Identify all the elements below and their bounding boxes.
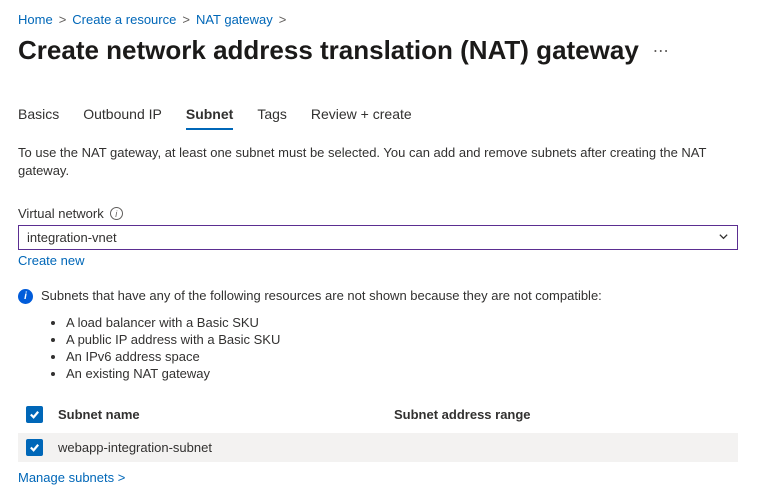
tab-tags[interactable]: Tags	[257, 102, 287, 130]
tab-outbound-ip[interactable]: Outbound IP	[83, 102, 162, 130]
info-icon: i	[18, 289, 33, 304]
virtual-network-label: Virtual network	[18, 206, 104, 221]
compatibility-info-text: Subnets that have any of the following r…	[41, 288, 602, 303]
more-icon[interactable]: ⋯	[653, 41, 670, 61]
chevron-right-icon: >	[182, 12, 190, 27]
chevron-down-icon	[718, 231, 729, 245]
virtual-network-dropdown[interactable]: integration-vnet	[18, 225, 738, 250]
chevron-right-icon: >	[279, 12, 287, 27]
breadcrumb-home[interactable]: Home	[18, 12, 53, 27]
tab-subnet[interactable]: Subnet	[186, 102, 233, 130]
tab-description: To use the NAT gateway, at least one sub…	[18, 144, 738, 180]
subnet-table-header: Subnet name Subnet address range	[18, 400, 738, 429]
select-all-checkbox[interactable]	[26, 406, 43, 423]
subnet-table-row[interactable]: webapp-integration-subnet	[18, 433, 738, 462]
tabs: Basics Outbound IP Subnet Tags Review + …	[18, 102, 759, 130]
page-title: Create network address translation (NAT)…	[18, 35, 639, 66]
compat-reason: A load balancer with a Basic SKU	[66, 314, 759, 331]
breadcrumb-create-resource[interactable]: Create a resource	[72, 12, 176, 27]
virtual-network-value: integration-vnet	[27, 230, 117, 245]
create-new-vnet-link[interactable]: Create new	[18, 253, 84, 268]
subnet-row-checkbox[interactable]	[26, 439, 43, 456]
compat-reason: An IPv6 address space	[66, 348, 759, 365]
col-header-subnet-range: Subnet address range	[394, 407, 730, 422]
breadcrumb-nat-gateway[interactable]: NAT gateway	[196, 12, 273, 27]
col-header-subnet-name: Subnet name	[58, 407, 394, 422]
compat-reason: An existing NAT gateway	[66, 365, 759, 382]
subnet-row-name: webapp-integration-subnet	[58, 440, 394, 455]
info-icon[interactable]: i	[110, 207, 123, 220]
breadcrumb: Home > Create a resource > NAT gateway >	[18, 12, 759, 27]
compatibility-reasons-list: A load balancer with a Basic SKU A publi…	[66, 314, 759, 382]
compat-reason: A public IP address with a Basic SKU	[66, 331, 759, 348]
manage-subnets-link[interactable]: Manage subnets >	[18, 470, 125, 485]
chevron-right-icon: >	[59, 12, 67, 27]
tab-basics[interactable]: Basics	[18, 102, 59, 130]
tab-review-create[interactable]: Review + create	[311, 102, 412, 130]
